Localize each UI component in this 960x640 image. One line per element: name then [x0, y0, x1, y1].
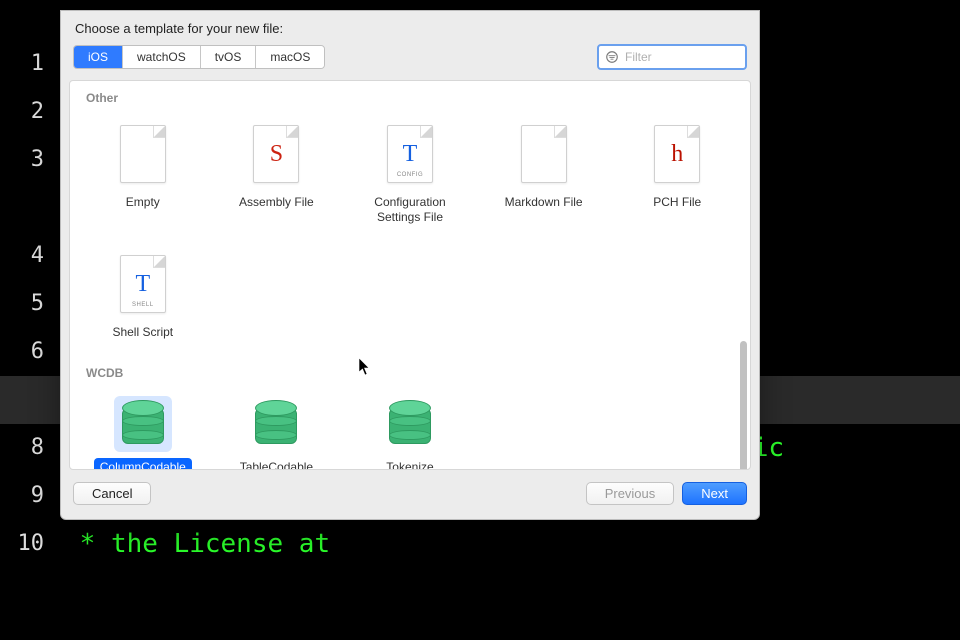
- template-item-columncodable[interactable]: ColumnCodable: [76, 390, 210, 469]
- file-icon: h: [650, 121, 704, 187]
- line-number: 3: [0, 136, 54, 232]
- platform-tab-macos[interactable]: macOS: [256, 46, 324, 68]
- next-button[interactable]: Next: [682, 482, 747, 505]
- template-label: Shell Script: [106, 323, 179, 342]
- template-item-pch-file[interactable]: h PCH File: [610, 115, 744, 233]
- cancel-button[interactable]: Cancel: [73, 482, 151, 505]
- file-icon: [517, 121, 571, 187]
- platform-tab-tvos[interactable]: tvOS: [201, 46, 257, 68]
- previous-button[interactable]: Previous: [586, 482, 675, 505]
- template-item-shell-script[interactable]: TSHELL Shell Script: [76, 245, 210, 348]
- database-icon: [114, 396, 172, 452]
- template-item-empty[interactable]: Empty: [76, 115, 210, 233]
- line-number: 2: [0, 88, 54, 136]
- line-number: 8: [0, 424, 54, 472]
- file-icon: TSHELL: [116, 251, 170, 317]
- line-number: 6: [0, 328, 54, 376]
- file-icon: [116, 121, 170, 187]
- template-label: Markdown File: [499, 193, 589, 212]
- file-icon: TCONFIG: [383, 121, 437, 187]
- code-line: * the License at: [64, 520, 960, 568]
- template-label: ColumnCodable: [94, 458, 192, 469]
- template-label: Empty: [120, 193, 166, 212]
- database-icon: [247, 396, 305, 452]
- platform-segmented-control[interactable]: iOSwatchOStvOSmacOS: [73, 45, 325, 69]
- database-icon: [381, 396, 439, 452]
- line-number: 1: [0, 40, 54, 88]
- template-label: TableCodable: [234, 458, 319, 469]
- template-item-assembly-file[interactable]: S Assembly File: [210, 115, 344, 233]
- platform-tab-ios[interactable]: iOS: [74, 46, 123, 68]
- line-number: 4: [0, 232, 54, 280]
- file-icon: S: [249, 121, 303, 187]
- section-header-wcdb: WCDB: [70, 356, 750, 386]
- template-label: PCH File: [647, 193, 707, 212]
- template-list: Other Empty S Assembly File TCONFIG Configur…: [69, 80, 751, 470]
- line-number: 10: [0, 520, 54, 568]
- template-item-tokenize[interactable]: Tokenize: [343, 390, 477, 469]
- line-number: 9: [0, 472, 54, 520]
- template-label: Tokenize: [380, 458, 439, 469]
- sheet-title: Choose a template for your new file:: [61, 11, 759, 44]
- section-header-other: Other: [70, 81, 750, 111]
- template-label: Configuration Settings File: [350, 193, 470, 227]
- line-number: 5: [0, 280, 54, 328]
- filter-icon: [605, 50, 619, 64]
- scrollbar[interactable]: [740, 341, 747, 470]
- mouse-cursor-icon: [359, 358, 371, 376]
- template-label: Assembly File: [233, 193, 320, 212]
- platform-tab-watchos[interactable]: watchOS: [123, 46, 201, 68]
- template-item-markdown-file[interactable]: Markdown File: [477, 115, 611, 233]
- filter-input[interactable]: [597, 44, 747, 70]
- new-file-template-sheet: Choose a template for your new file: iOS…: [60, 10, 760, 520]
- template-item-tablecodable[interactable]: TableCodable: [210, 390, 344, 469]
- template-item-configuration-settings-file[interactable]: TCONFIG Configuration Settings File: [343, 115, 477, 233]
